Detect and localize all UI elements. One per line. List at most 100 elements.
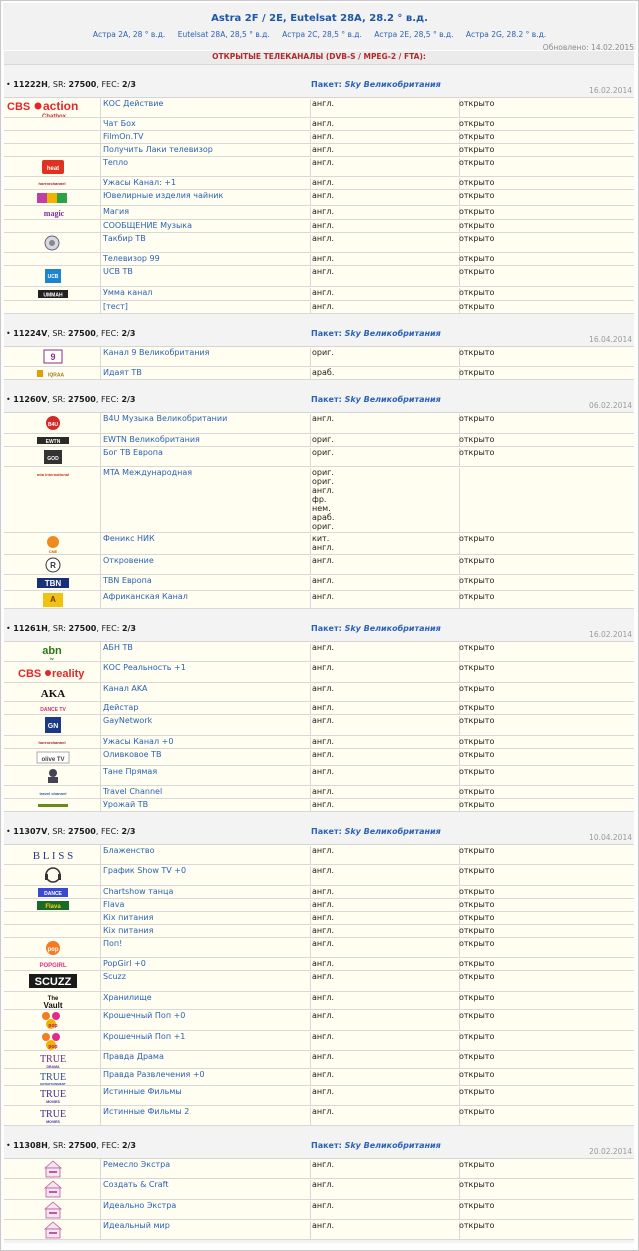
channel-name[interactable]: Истинные Фильмы 2 xyxy=(103,1107,189,1116)
channel-name[interactable]: MTA Международная xyxy=(103,468,192,477)
package-name[interactable]: Sky Великобритания xyxy=(345,395,441,404)
package-label: Пакет: xyxy=(311,395,345,404)
tbn-person-logo xyxy=(4,766,101,785)
channel-name[interactable]: Flava xyxy=(103,900,124,909)
transponder-frequency: 11260V xyxy=(13,395,48,404)
nav-link-astra-2g[interactable]: Астра 2G, 28.2 ° в.д. xyxy=(466,30,546,39)
channel-name[interactable]: [тест] xyxy=(103,302,128,311)
nav-link-astra-2c[interactable]: Астра 2C, 28,5 ° в.д. xyxy=(282,30,362,39)
channel-name[interactable]: Дейстар xyxy=(103,703,138,712)
channel-status: открыто xyxy=(459,234,495,243)
channel-name[interactable]: График Show TV +0 xyxy=(103,866,186,875)
channel-name[interactable]: FilmOn.TV xyxy=(103,132,144,141)
channel-name[interactable]: Идеально Экстра xyxy=(103,1201,176,1210)
package-info: Пакет: Sky Великобритания xyxy=(311,624,441,633)
channel-name[interactable]: Идеальный мир xyxy=(103,1221,170,1230)
channel-name[interactable]: КОС Действие xyxy=(103,99,163,108)
channel-name[interactable]: Оливковое ТВ xyxy=(103,750,162,759)
channel-name[interactable]: Бог ТВ Европа xyxy=(103,448,163,457)
bliss-logo: B L I S S xyxy=(4,845,101,864)
channel-language: англ. xyxy=(310,800,460,812)
channel-name[interactable]: Получить Лаки телевизор xyxy=(103,145,213,154)
channel-name[interactable]: Scuzz xyxy=(103,972,126,981)
channel-name[interactable]: Правда Драма xyxy=(103,1052,164,1061)
channel-row: TRUE DRAMA Правда Драма англ. открыто xyxy=(4,1051,634,1069)
channel-name[interactable]: Умма канал xyxy=(103,288,152,297)
svg-text:horrorchannel: horrorchannel xyxy=(38,181,65,186)
channel-status: открыто xyxy=(459,703,495,712)
nav-link-eutelsat-28a[interactable]: Eutelsat 28A, 28,5 ° в.д. xyxy=(178,30,270,39)
channel-name[interactable]: Африканская Канал xyxy=(103,592,188,601)
create-craft-logo xyxy=(4,1179,101,1199)
channel-name[interactable]: Канал 9 Великобритания xyxy=(103,348,209,357)
channel-name[interactable]: Феникс НИК xyxy=(103,534,155,543)
channel-name[interactable]: Тане Прямая xyxy=(103,767,157,776)
nav-link-astra-2e[interactable]: Астра 2E, 28,5 ° в.д. xyxy=(374,30,453,39)
channel-name[interactable]: Урожай ТВ xyxy=(103,800,148,809)
channel-name[interactable]: Тепло xyxy=(103,158,128,167)
channel-name[interactable]: Кix питания xyxy=(103,926,153,935)
package-name[interactable]: Sky Великобритания xyxy=(345,329,441,338)
channel-name[interactable]: Ужасы Канал +0 xyxy=(103,737,173,746)
channel-name[interactable]: B4U Музыка Великобритании xyxy=(103,414,227,423)
channel-language: англ. xyxy=(310,1201,460,1220)
channel-name[interactable]: Кix питания xyxy=(103,913,153,922)
channel-name[interactable]: Истинные Фильмы xyxy=(103,1087,182,1096)
channel-name[interactable]: UCB ТВ xyxy=(103,267,133,276)
b4u-music-logo: B4U xyxy=(4,413,101,433)
channel-name[interactable]: Правда Развлечения +0 xyxy=(103,1070,205,1079)
channel-language: англ. xyxy=(310,254,460,266)
symbol-rate: 27500 xyxy=(68,80,97,89)
channel-name[interactable]: Идаят ТВ xyxy=(103,368,142,377)
channel-status: открыто xyxy=(459,191,495,200)
channel-name[interactable]: Хранилище xyxy=(103,993,152,1002)
channel-name[interactable]: Блаженство xyxy=(103,846,155,855)
channel-name[interactable]: Крошечный Поп +1 xyxy=(103,1032,185,1041)
channel-name[interactable]: КОС Реальность +1 xyxy=(103,663,186,672)
channel-name[interactable]: TBN Европа xyxy=(103,576,152,585)
nav-link-astra-2a[interactable]: Астра 2А, 28 ° в.д. xyxy=(93,30,165,39)
channel-name[interactable]: Поп! xyxy=(103,939,122,948)
channel-name[interactable]: АБН ТВ xyxy=(103,643,133,652)
channel-status: открыто xyxy=(459,158,495,167)
channel-row: DANCE Chartshow танца англ. открыто xyxy=(4,886,634,899)
transponder-params: • 11308H, SR: 27500, FEC: 2/3 xyxy=(6,1141,136,1150)
channel-name[interactable]: Ремесло Экстра xyxy=(103,1160,170,1169)
channel-name[interactable]: Телевизор 99 xyxy=(103,254,160,263)
channel-name[interactable]: Такбир ТВ xyxy=(103,234,146,243)
channel-name[interactable]: Чат Бох xyxy=(103,119,136,128)
channel-status: открыто xyxy=(459,750,495,759)
channel-row: B4U B4U Музыка Великобритании англ. открыто xyxy=(4,413,634,434)
channel-name[interactable]: PopGirl +0 xyxy=(103,959,146,968)
true-entertainment-logo: TRUE ENTERTAINMENT xyxy=(4,1069,101,1085)
channel-name[interactable]: Chartshow танца xyxy=(103,887,173,896)
channel-name[interactable]: Ювелирные изделия чайник xyxy=(103,191,223,200)
package-name[interactable]: Sky Великобритания xyxy=(345,1141,441,1150)
section-gap xyxy=(4,1126,634,1138)
channel-name[interactable]: Магия xyxy=(103,207,129,216)
channel-name[interactable]: Канал AKA xyxy=(103,684,147,693)
sr-label: , SR: xyxy=(47,395,69,404)
channel-status: открыто xyxy=(459,592,495,601)
channel-name[interactable]: GayNetwork xyxy=(103,716,152,725)
channel-name[interactable]: EWTN Великобритания xyxy=(103,435,200,444)
package-name[interactable]: Sky Великобритания xyxy=(345,624,441,633)
channel-row: Идеально Экстра англ. открыто xyxy=(4,1200,634,1220)
channel-language: англ. xyxy=(310,556,460,575)
package-name[interactable]: Sky Великобритания xyxy=(345,80,441,89)
section-gap xyxy=(4,1240,634,1243)
svg-text:pop: pop xyxy=(48,947,59,953)
channel-language: англ. xyxy=(310,767,460,786)
package-name[interactable]: Sky Великобритания xyxy=(345,827,441,836)
transponder-date: 16.02.2014 xyxy=(589,630,632,639)
channel-name[interactable]: СООБЩЕНИЕ Музыка xyxy=(103,221,192,230)
channel-name[interactable]: Ужасы Канал: +1 xyxy=(103,178,176,187)
channel-name[interactable]: Откровение xyxy=(103,556,154,565)
channel-row: CNE Феникс НИК кит. англ. открыто xyxy=(4,533,634,555)
fec-value: 2/3 xyxy=(121,1141,136,1150)
svg-text:CBS: CBS xyxy=(7,101,30,113)
channel-name[interactable]: Travel Channel xyxy=(103,787,162,796)
channel-name[interactable]: Создать & Craft xyxy=(103,1180,168,1189)
channel-status: открыто xyxy=(459,767,495,776)
channel-name[interactable]: Крошечный Поп +0 xyxy=(103,1011,185,1020)
